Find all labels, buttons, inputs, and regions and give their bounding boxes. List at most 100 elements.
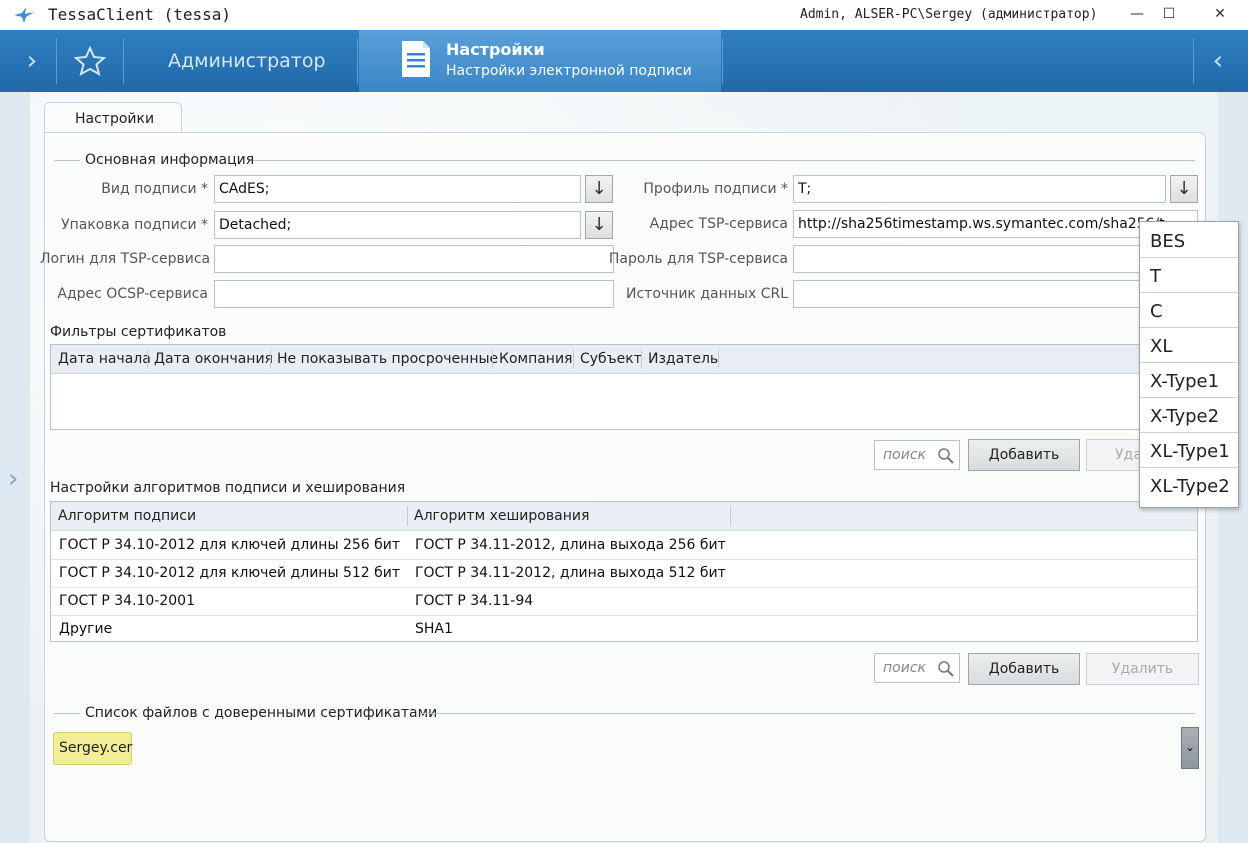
profile-dropdown-list[interactable]: BES T C XL X-Type1 X-Type2 XL-Type1 XL-T… (1139, 221, 1239, 508)
column-separator[interactable] (492, 349, 493, 369)
dropdown-option[interactable]: BES (1140, 224, 1238, 258)
section-divider (54, 160, 80, 161)
table-row[interactable]: ГОСТ Р 34.10-2012 для ключей длины 512 б… (51, 559, 1197, 588)
tsp-login-label: Логин для TSP-сервиса (40, 251, 211, 267)
column-header[interactable]: Издатель (648, 351, 718, 367)
crl-source-field[interactable] (793, 280, 1198, 308)
document-icon (402, 41, 430, 77)
column-header[interactable]: Субъект (580, 351, 642, 367)
window-title-bar: TessaClient (tessa) Admin, ALSER-PC\Serg… (0, 0, 1248, 31)
dropdown-option[interactable]: XL (1140, 329, 1238, 363)
active-tab-subtitle: Настройки электронной подписи (446, 63, 692, 79)
expand-files-button[interactable]: ⌄ (1181, 727, 1199, 769)
cert-filters-header: Дата начала Дата окончания Не показывать… (51, 345, 1197, 374)
column-header[interactable]: Дата окончания (154, 351, 273, 367)
search-icon[interactable] (937, 660, 955, 678)
section-divider (54, 713, 80, 714)
algorithms-add-button[interactable]: Добавить (968, 653, 1080, 685)
search-placeholder: поиск (883, 447, 926, 463)
packaging-dropdown-button[interactable]: ↓ (585, 211, 613, 239)
dropdown-option[interactable]: T (1140, 259, 1238, 293)
column-separator[interactable] (407, 506, 408, 526)
profile-field[interactable]: T; (793, 175, 1166, 203)
profile-dropdown-button[interactable]: ↓ (1170, 175, 1198, 203)
active-tab-title: Настройки (446, 40, 545, 59)
algorithms-delete-button[interactable]: Удалить (1086, 653, 1199, 685)
column-separator[interactable] (147, 349, 148, 369)
ocsp-address-label: Адрес OCSP-сервиса (57, 286, 208, 302)
algorithms-title: Настройки алгоритмов подписи и хеширован… (50, 480, 406, 496)
nav-divider (123, 38, 124, 84)
cert-filters-title: Фильтры сертификатов (50, 324, 227, 340)
algorithms-search-input[interactable]: поиск (874, 653, 960, 683)
signature-type-dropdown-button[interactable]: ↓ (585, 175, 613, 203)
nav-divider (722, 38, 723, 84)
trusted-file-item[interactable]: Sergey.cer (53, 732, 132, 765)
tab-settings-active[interactable]: Настройки Настройки электронной подписи (359, 30, 721, 92)
ocsp-address-field[interactable] (214, 280, 614, 308)
maximize-button[interactable]: ☐ (1156, 3, 1182, 25)
close-window-button[interactable]: ✕ (1200, 3, 1240, 25)
signature-algorithm-cell: ГОСТ Р 34.10-2012 для ключей длины 512 б… (59, 565, 401, 581)
signature-algorithm-cell: Другие (59, 621, 113, 637)
tsp-password-field[interactable] (793, 245, 1198, 273)
tab-settings[interactable]: Настройки (44, 102, 182, 134)
column-header[interactable]: Алгоритм хеширования (414, 508, 589, 524)
left-collapsed-panel[interactable]: › (0, 92, 30, 843)
table-row[interactable]: Другие SHA1 (51, 615, 1197, 643)
signature-type-label: Вид подписи * (101, 181, 208, 197)
collapse-right-panel-button[interactable]: ‹ (1206, 46, 1230, 76)
hash-algorithm-cell: ГОСТ Р 34.11-2012, длина выхода 256 бит (415, 537, 726, 553)
column-header[interactable]: Алгоритм подписи (58, 508, 196, 524)
column-header[interactable]: Компания (499, 351, 572, 367)
tsp-address-field[interactable]: http://sha256timestamp.ws.symantec.com/s… (793, 210, 1198, 238)
hash-algorithm-cell: ГОСТ Р 34.11-94 (415, 593, 534, 609)
column-separator[interactable] (641, 349, 642, 369)
section-title-basic-info: Основная информация (85, 152, 255, 168)
dropdown-option[interactable]: C (1140, 294, 1238, 328)
cert-filters-grid[interactable]: Дата начала Дата окончания Не показывать… (50, 344, 1198, 430)
profile-label: Профиль подписи * (643, 181, 788, 197)
column-header[interactable]: Не показывать просроченные (277, 351, 498, 367)
favorites-star-icon[interactable] (74, 46, 106, 76)
dropdown-option[interactable]: XL-Type2 (1140, 469, 1238, 503)
tsp-login-field[interactable] (214, 245, 614, 273)
nav-divider (1193, 38, 1194, 84)
cert-filters-delete-button[interactable]: Уда (1086, 439, 1146, 471)
cert-filters-add-button[interactable]: Добавить (968, 439, 1080, 471)
column-separator[interactable] (573, 349, 574, 369)
signature-algorithm-cell: ГОСТ Р 34.10-2012 для ключей длины 256 б… (59, 537, 401, 553)
expand-sidebar-button[interactable]: › (20, 46, 44, 76)
tab-administrator[interactable]: Администратор (168, 50, 326, 72)
minimize-button[interactable]: — (1124, 3, 1150, 25)
section-divider (253, 160, 1195, 161)
tessa-logo-icon (14, 7, 34, 23)
column-separator[interactable] (730, 506, 731, 526)
column-separator[interactable] (718, 349, 719, 369)
cert-filters-search-input[interactable]: поиск (874, 440, 960, 470)
dropdown-option[interactable]: XL-Type1 (1140, 434, 1238, 468)
current-user: Admin, ALSER-PC\Sergey (администратор) (800, 7, 1098, 22)
table-row[interactable]: ГОСТ Р 34.10-2012 для ключей длины 256 б… (51, 531, 1197, 560)
section-divider (420, 713, 1195, 714)
hash-algorithm-cell: ГОСТ Р 34.11-2012, длина выхода 512 бит (415, 565, 726, 581)
column-header[interactable]: Дата начала (58, 351, 151, 367)
tsp-address-label: Адрес TSP-сервиса (649, 216, 788, 232)
signature-type-field[interactable]: CAdES; (214, 175, 581, 203)
packaging-label: Упаковка подписи * (61, 217, 208, 233)
expand-left-panel-icon[interactable]: › (8, 464, 18, 494)
search-placeholder: поиск (883, 660, 926, 676)
column-separator[interactable] (270, 349, 271, 369)
tab-settings-label: Настройки (75, 111, 155, 127)
table-row[interactable]: ГОСТ Р 34.10-2001 ГОСТ Р 34.11-94 (51, 587, 1197, 616)
algorithms-grid[interactable]: Алгоритм подписи Алгоритм хеширования ГО… (50, 501, 1198, 642)
nav-divider (357, 38, 358, 84)
main-navigation-bar: › Администратор Настройки Настройки элек… (0, 30, 1248, 92)
signature-algorithm-cell: ГОСТ Р 34.10-2001 (59, 593, 195, 609)
algorithms-header: Алгоритм подписи Алгоритм хеширования (51, 502, 1197, 531)
crl-source-label: Источник данных CRL (626, 286, 788, 302)
packaging-field[interactable]: Detached; (214, 211, 581, 239)
search-icon[interactable] (937, 447, 955, 465)
dropdown-option[interactable]: X-Type2 (1140, 399, 1238, 433)
dropdown-option[interactable]: X-Type1 (1140, 364, 1238, 398)
